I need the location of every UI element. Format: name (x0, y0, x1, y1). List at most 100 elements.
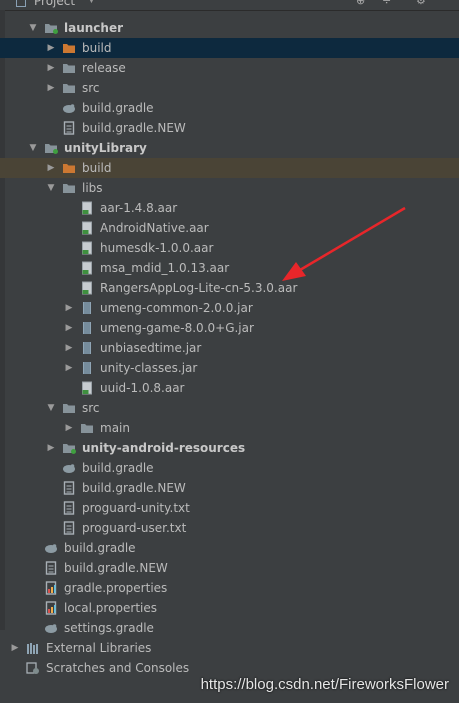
tree-item[interactable]: ▼ unityLibrary (0, 138, 459, 158)
tree-item[interactable]: ▶ build (0, 38, 459, 58)
tree-item-label: proguard-user.txt (82, 521, 187, 535)
tree-item-label: unity-classes.jar (100, 361, 198, 375)
excluded-folder-icon (62, 41, 76, 55)
tree-item[interactable]: Scratches and Consoles (0, 658, 459, 678)
tree-item[interactable]: build.gradle (0, 98, 459, 118)
module-folder-icon (62, 441, 76, 455)
tree-item[interactable]: build.gradle (0, 458, 459, 478)
tree-item[interactable]: msa_mdid_1.0.13.aar (0, 258, 459, 278)
tree-item[interactable]: ▶ main (0, 418, 459, 438)
tree-item[interactable]: ▶ External Libraries (0, 638, 459, 658)
gradle-icon (62, 461, 76, 475)
file-icon (62, 121, 76, 135)
tree-item[interactable]: aar-1.4.8.aar (0, 198, 459, 218)
tree-item[interactable]: ▶ src (0, 78, 459, 98)
chevron-right-icon[interactable]: ▶ (46, 78, 56, 98)
panel-title[interactable]: Project (34, 0, 75, 8)
chevron-right-icon[interactable]: ▶ (46, 438, 56, 458)
collapse-icon[interactable]: ÷ (382, 0, 391, 7)
chevron-right-icon[interactable]: ▶ (46, 158, 56, 178)
tree-item[interactable]: AndroidNative.aar (0, 218, 459, 238)
aar-icon (80, 281, 94, 295)
tree-item[interactable]: ▼ src (0, 398, 459, 418)
tree-item-label: External Libraries (46, 641, 152, 655)
jar-icon (80, 321, 94, 335)
chevron-right-icon[interactable]: ▶ (64, 298, 74, 318)
tree-item[interactable]: proguard-unity.txt (0, 498, 459, 518)
gradle-icon (44, 621, 58, 635)
tree-item[interactable]: ▶ unity-classes.jar (0, 358, 459, 378)
tree-item[interactable]: build.gradle.NEW (0, 558, 459, 578)
tree-item-label: src (82, 81, 100, 95)
aar-icon (80, 221, 94, 235)
chevron-right-icon[interactable]: ▶ (64, 358, 74, 378)
tree-item[interactable]: settings.gradle (0, 618, 459, 638)
tree-item-label: build.gradle.NEW (82, 481, 186, 495)
tree-item[interactable]: ▼ libs (0, 178, 459, 198)
tree-item-label: build.gradle (82, 461, 154, 475)
chevron-right-icon[interactable]: ▶ (64, 338, 74, 358)
aar-icon (80, 201, 94, 215)
tree-item[interactable]: ▶ build (0, 158, 459, 178)
chevron-right-icon[interactable]: ▶ (46, 38, 56, 58)
gear-icon[interactable]: ⚙ (416, 0, 426, 7)
tree-item[interactable]: ▼ launcher (0, 18, 459, 38)
tree-item-label: build.gradle.NEW (64, 561, 168, 575)
tree-item-label: build.gradle (64, 541, 136, 555)
gradle-icon (62, 101, 76, 115)
chevron-down-icon[interactable]: ▼ (46, 178, 56, 198)
module-folder-icon (44, 141, 58, 155)
tree-item-label: Scratches and Consoles (46, 661, 190, 675)
properties-icon (44, 581, 58, 595)
tree-item-label: settings.gradle (64, 621, 154, 635)
tree-item[interactable]: local.properties (0, 598, 459, 618)
tree-item[interactable]: ▶ release (0, 58, 459, 78)
tree-item-label: libs (82, 181, 103, 195)
tree-item[interactable]: gradle.properties (0, 578, 459, 598)
chevron-right-icon[interactable]: ▶ (64, 418, 74, 438)
chevron-down-icon[interactable]: ▼ (88, 0, 95, 5)
tree-item-label: unbiasedtime.jar (100, 341, 202, 355)
tree-item-label: src (82, 401, 100, 415)
file-icon (62, 481, 76, 495)
gradle-icon (44, 541, 58, 555)
tree-item-label: build (82, 41, 112, 55)
tree-item[interactable]: ▶ umeng-common-2.0.0.jar (0, 298, 459, 318)
tree-item[interactable]: ▶ unbiasedtime.jar (0, 338, 459, 358)
chevron-down-icon[interactable]: ▼ (46, 398, 56, 418)
tree-item[interactable]: proguard-user.txt (0, 518, 459, 538)
tree-item-label: proguard-unity.txt (82, 501, 190, 515)
tree-item[interactable]: ▶ unity-android-resources (0, 438, 459, 458)
locate-icon[interactable]: ⊕ (356, 0, 365, 7)
tree-item-label: release (82, 61, 126, 75)
chevron-down-icon[interactable]: ▼ (28, 18, 38, 38)
chevron-right-icon[interactable]: ▶ (10, 638, 20, 658)
tree-item-label: umeng-common-2.0.0.jar (100, 301, 253, 315)
chevron-right-icon[interactable]: ▶ (64, 318, 74, 338)
library-icon (26, 641, 40, 655)
tree-item-label: AndroidNative.aar (100, 221, 209, 235)
tree-item[interactable]: build.gradle.NEW (0, 478, 459, 498)
tree-item-label: aar-1.4.8.aar (100, 201, 178, 215)
tree-item-label: build.gradle.NEW (82, 121, 186, 135)
module-folder-icon (44, 21, 58, 35)
tree-item[interactable]: build.gradle.NEW (0, 118, 459, 138)
jar-icon (80, 301, 94, 315)
chevron-down-icon[interactable]: ▼ (28, 138, 38, 158)
jar-icon (80, 361, 94, 375)
tree-item[interactable]: uuid-1.0.8.aar (0, 378, 459, 398)
tree-item[interactable]: ▶ umeng-game-8.0.0+G.jar (0, 318, 459, 338)
tree-item-label: msa_mdid_1.0.13.aar (100, 261, 230, 275)
tree-item-label: unity-android-resources (82, 441, 246, 455)
aar-icon (80, 261, 94, 275)
chevron-right-icon[interactable]: ▶ (46, 58, 56, 78)
tree-item-label: build.gradle (82, 101, 154, 115)
tree-item[interactable]: RangersAppLog-Lite-cn-5.3.0.aar (0, 278, 459, 298)
tree-item-label: launcher (64, 21, 124, 35)
tree-item[interactable]: humesdk-1.0.0.aar (0, 238, 459, 258)
scratches-icon (26, 661, 40, 675)
tree-item-label: umeng-game-8.0.0+G.jar (100, 321, 254, 335)
folder-icon (62, 61, 76, 75)
folder-icon (62, 81, 76, 95)
tree-item[interactable]: build.gradle (0, 538, 459, 558)
